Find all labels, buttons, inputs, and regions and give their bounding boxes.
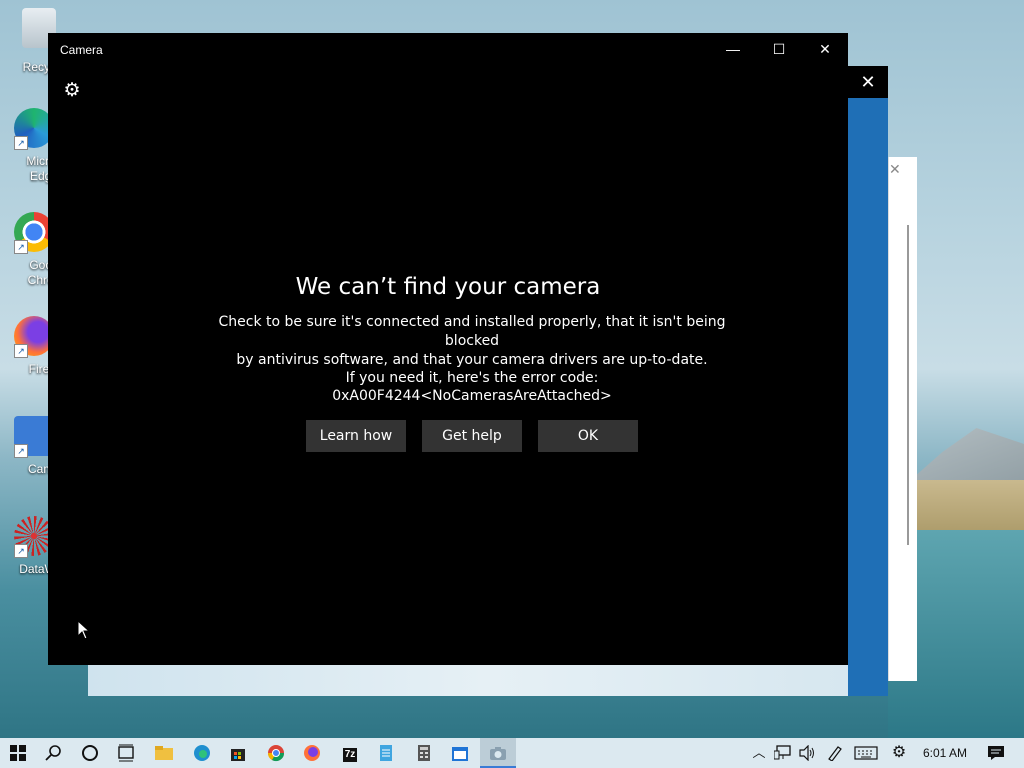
touch-keyboard-icon[interactable]: [852, 738, 880, 768]
task-view-icon[interactable]: [108, 738, 144, 768]
close-button[interactable]: ✕: [802, 33, 848, 65]
settings-gear-icon[interactable]: ⚙: [62, 81, 82, 101]
chrome-icon[interactable]: [258, 738, 294, 768]
calendar-icon[interactable]: [442, 738, 478, 768]
shortcut-arrow-icon: ↗: [14, 444, 28, 458]
edge-icon[interactable]: [184, 738, 220, 768]
start-icon[interactable]: [0, 738, 36, 768]
settings-gear-icon[interactable]: ⚙: [886, 738, 912, 768]
background-window-bottom: [88, 664, 888, 696]
cortana-icon[interactable]: [72, 738, 108, 768]
pen-ink-workspace-icon[interactable]: [822, 738, 848, 768]
notepad-icon[interactable]: [368, 738, 404, 768]
camera-window: Camera — ☐ ✕ ⚙ We can’t find your camera…: [48, 33, 848, 665]
error-message-line: by antivirus software, and that your cam…: [236, 352, 708, 368]
taskbar: 7z ︿ ⚙ 6:01 AM: [0, 738, 1024, 768]
error-code-intro: If you need it, here's the error code:: [345, 370, 599, 386]
background-window: ✕: [848, 66, 888, 696]
ok-button[interactable]: OK: [538, 420, 638, 452]
volume-icon[interactable]: [796, 738, 818, 768]
learn-how-button[interactable]: Learn how: [306, 420, 406, 452]
show-hidden-icons-chevron-icon[interactable]: ︿: [750, 738, 768, 768]
shortcut-arrow-icon: ↗: [14, 136, 28, 150]
firefox-icon[interactable]: [294, 738, 330, 768]
network-icon[interactable]: [772, 738, 794, 768]
7zip-icon[interactable]: 7z: [332, 738, 368, 768]
error-code-block: If you need it, here's the error code: 0…: [208, 369, 736, 405]
shortcut-arrow-icon: ↗: [14, 240, 28, 254]
file-explorer-icon[interactable]: [146, 738, 182, 768]
background-window-close-button[interactable]: ✕: [848, 66, 888, 98]
store-icon[interactable]: [220, 738, 256, 768]
action-center-icon[interactable]: [980, 738, 1012, 768]
window-title: Camera: [60, 43, 103, 57]
calculator-icon[interactable]: [406, 738, 442, 768]
error-message-line: Check to be sure it's connected and inst…: [218, 314, 726, 349]
error-heading: We can’t find your camera: [295, 274, 601, 300]
background-dialog-scrollbar[interactable]: [907, 225, 909, 545]
maximize-button[interactable]: ☐: [756, 33, 802, 65]
minimize-button[interactable]: —: [710, 33, 756, 65]
error-code: 0xA00F4244<NoCamerasAreAttached>: [332, 388, 612, 404]
mouse-cursor-icon: [77, 620, 91, 640]
clock[interactable]: 6:01 AM: [916, 738, 974, 768]
shortcut-arrow-icon: ↗: [14, 544, 28, 558]
background-dialog: ✕: [888, 157, 917, 681]
7zip-label: 7z: [342, 748, 358, 762]
error-message: Check to be sure it's connected and inst…: [208, 313, 736, 370]
camera-icon[interactable]: [480, 738, 516, 768]
shortcut-arrow-icon: ↗: [14, 344, 28, 358]
get-help-button[interactable]: Get help: [422, 420, 522, 452]
search-icon[interactable]: [36, 738, 72, 768]
background-dialog-close-icon[interactable]: ✕: [889, 161, 901, 178]
